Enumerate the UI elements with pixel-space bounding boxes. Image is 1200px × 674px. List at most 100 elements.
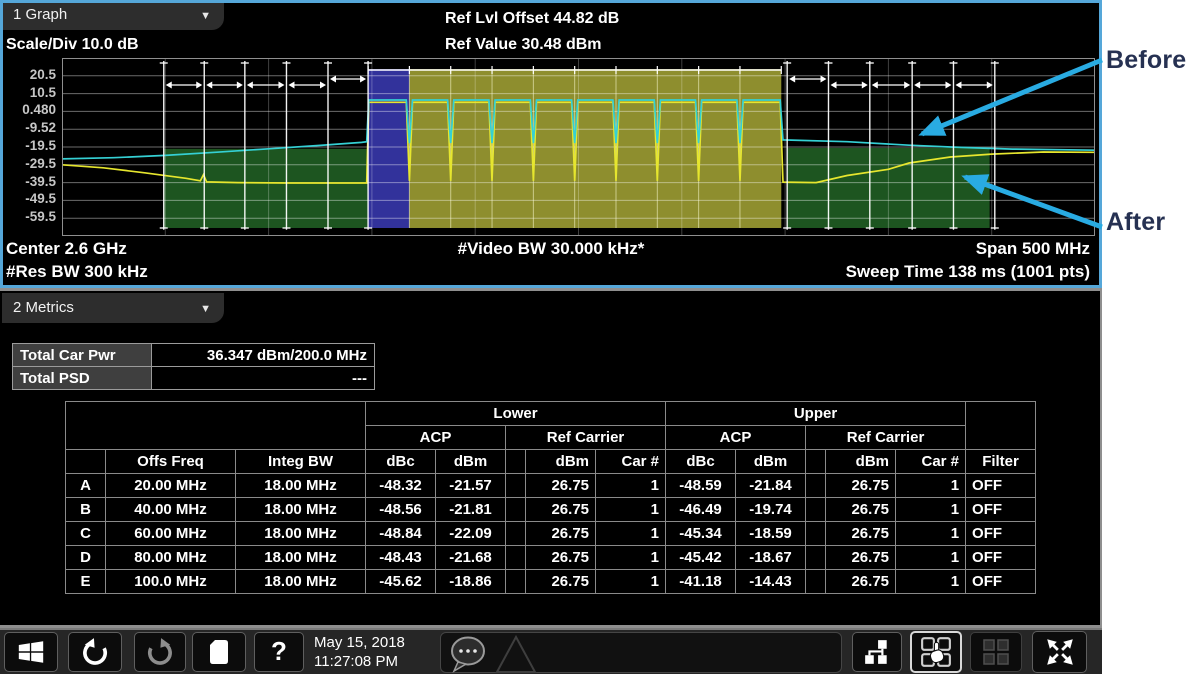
expand-icon [1044, 636, 1076, 668]
graph-window[interactable]: 1 Graph ▼ Scale/Div 10.0 dB Ref Lvl Offs… [0, 0, 1102, 288]
center-freq-label: Center 2.6 GHz [6, 239, 127, 259]
lower-offset-zone [164, 149, 368, 228]
table-row: D80.00 MHz18.00 MHz-48.43-21.6826.751-45… [66, 546, 1036, 570]
table-row: C60.00 MHz18.00 MHz-48.84-22.0926.751-45… [66, 522, 1036, 546]
triangle-marker-icon[interactable] [493, 635, 539, 673]
chevron-down-icon: ▼ [200, 294, 211, 324]
acp-cell: -48.84 [366, 522, 436, 546]
acp-cell: 1 [896, 474, 966, 498]
window-select-button[interactable] [910, 631, 962, 673]
acp-column-header: Offs Freq [106, 450, 236, 474]
table-row: B40.00 MHz18.00 MHz-48.56-21.8126.751-46… [66, 498, 1036, 522]
y-axis-tick-label: -19.5 [2, 138, 56, 153]
acp-cell: -18.67 [736, 546, 806, 570]
table-row: A20.00 MHz18.00 MHz-48.32-21.5726.751-48… [66, 474, 1036, 498]
acp-cell: -48.43 [366, 546, 436, 570]
video-bw-label: #Video BW 30.000 kHz* [458, 239, 645, 259]
acp-cell: 60.00 MHz [106, 522, 236, 546]
acp-column-header: dBc [666, 450, 736, 474]
acp-cell: -45.42 [666, 546, 736, 570]
acp-cell: 20.00 MHz [106, 474, 236, 498]
acp-cell: 26.75 [526, 474, 596, 498]
acp-column-header [506, 450, 526, 474]
redo-icon [145, 637, 175, 667]
chevron-down-icon: ▼ [200, 1, 211, 31]
acp-column-header: dBm [436, 450, 506, 474]
acp-cell: 26.75 [526, 522, 596, 546]
acp-cell: 26.75 [826, 570, 896, 594]
acp-cell: 1 [596, 498, 666, 522]
acp-cell: 1 [596, 546, 666, 570]
page: 1 Graph ▼ Scale/Div 10.0 dB Ref Lvl Offs… [0, 0, 1200, 674]
y-axis-tick-label: 20.5 [2, 67, 56, 82]
metrics-window[interactable]: 2 Metrics ▼ Total Car Pwr36.347 dBm/200.… [0, 291, 1100, 625]
system-toolbar: ? May 15, 2018 11:27:08 PM [0, 628, 1102, 674]
undo-button[interactable] [68, 632, 122, 672]
summary-row: Total PSD--- [13, 367, 375, 390]
acp-row-label: D [66, 546, 106, 570]
y-axis-tick-label: -29.5 [2, 156, 56, 171]
acp-column-header: Integ BW [236, 450, 366, 474]
fullscreen-button[interactable] [1032, 631, 1087, 673]
span-label: Span 500 MHz [976, 239, 1090, 259]
acp-cell: 26.75 [526, 498, 596, 522]
graph-window-dropdown[interactable]: 1 Graph ▼ [2, 0, 224, 30]
block-diagram-icon [863, 638, 891, 666]
window-grid-icon [981, 637, 1011, 667]
acp-header-spacer [66, 402, 366, 450]
acp-cell: 1 [896, 498, 966, 522]
acp-cell: 1 [896, 522, 966, 546]
datetime-display[interactable]: May 15, 2018 11:27:08 PM [314, 633, 405, 671]
spectrum-plot[interactable] [62, 58, 1095, 236]
graph-tab-label: 1 Graph [13, 6, 67, 23]
acp-cell: OFF [966, 474, 1036, 498]
acp-cell: -48.56 [366, 498, 436, 522]
acp-row-label: B [66, 498, 106, 522]
screenshot-button[interactable] [192, 632, 246, 672]
acp-cell: -21.81 [436, 498, 506, 522]
acp-cell: -45.62 [366, 570, 436, 594]
acp-column-header: dBm [526, 450, 596, 474]
acp-cell: 18.00 MHz [236, 546, 366, 570]
help-icon: ? [266, 636, 292, 668]
date-label: May 15, 2018 [314, 633, 405, 652]
acp-cell: -22.09 [436, 522, 506, 546]
block-diagram-button[interactable] [852, 632, 902, 672]
acp-cell: -46.49 [666, 498, 736, 522]
acp-cell [806, 522, 826, 546]
acp-cell: -18.59 [736, 522, 806, 546]
speech-bubble-icon[interactable] [446, 635, 492, 673]
acp-column-header: dBm [736, 450, 806, 474]
acp-cell: -48.32 [366, 474, 436, 498]
acp-cell: 18.00 MHz [236, 474, 366, 498]
acp-cell [806, 498, 826, 522]
acp-cell: -21.68 [436, 546, 506, 570]
window-select-icon [920, 636, 952, 668]
windows-start-button[interactable] [4, 632, 58, 672]
acp-header-lower: Lower [366, 402, 666, 426]
acp-row-label: C [66, 522, 106, 546]
metrics-window-dropdown[interactable]: 2 Metrics ▼ [2, 293, 224, 323]
acp-cell: OFF [966, 546, 1036, 570]
acp-cell: 26.75 [826, 522, 896, 546]
acp-header-acp: ACP [666, 426, 806, 450]
acp-cell: OFF [966, 522, 1036, 546]
before-label: Before [1106, 46, 1186, 75]
sweep-time-label: Sweep Time 138 ms (1001 pts) [846, 262, 1090, 282]
acp-cell: -21.57 [436, 474, 506, 498]
acp-cell: -21.84 [736, 474, 806, 498]
acp-cell: 18.00 MHz [236, 498, 366, 522]
acp-cell: 18.00 MHz [236, 522, 366, 546]
acp-cell: -48.59 [666, 474, 736, 498]
acp-cell: -41.18 [666, 570, 736, 594]
help-button[interactable]: ? [254, 632, 304, 672]
window-grid-button[interactable] [970, 632, 1022, 672]
summary-label: Total Car Pwr [13, 344, 152, 367]
acp-column-header: Filter [966, 450, 1036, 474]
y-axis-tick-label: -49.5 [2, 191, 56, 206]
time-label: 11:27:08 PM [314, 652, 405, 671]
acp-column-header: Car # [896, 450, 966, 474]
reference-carrier-band [368, 69, 409, 228]
redo-button[interactable] [134, 632, 186, 672]
acp-column-header [66, 450, 106, 474]
